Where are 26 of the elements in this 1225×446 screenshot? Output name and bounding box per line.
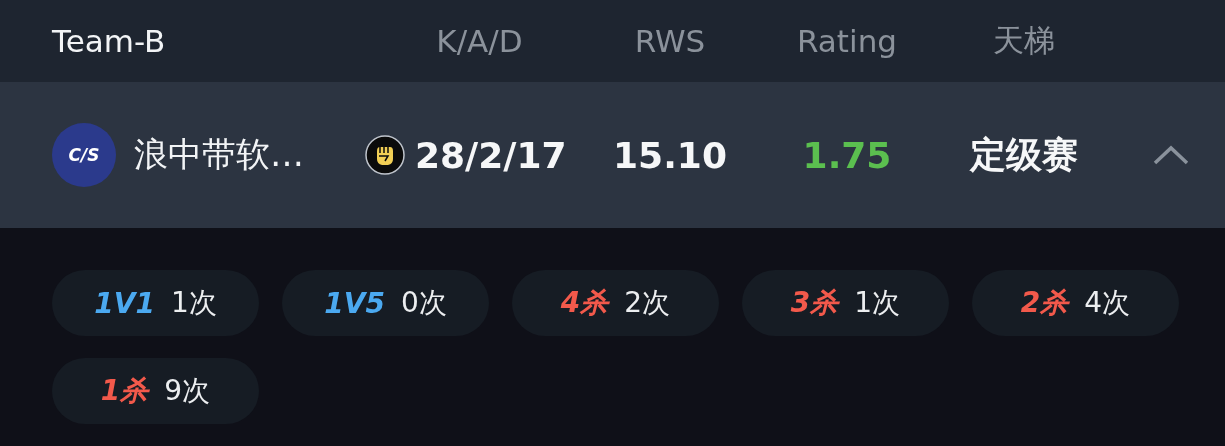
- player-row[interactable]: C/S 浪中带软… 28/2/17 15.10 1.75 定级赛: [0, 82, 1225, 228]
- achievement-label: 1V5: [324, 286, 385, 320]
- achievement-count: 1次: [854, 285, 901, 321]
- achievement-label: 2杀: [1020, 285, 1069, 321]
- column-header: Rating: [796, 23, 898, 59]
- column-header: RWS: [633, 23, 707, 59]
- rating-value: 1.75: [801, 134, 893, 176]
- team-name: Team-B: [52, 23, 167, 59]
- ladder-value: 定级赛: [968, 132, 1079, 177]
- achievement-count: 1次: [170, 285, 217, 321]
- achievement-label: 1V1: [94, 286, 155, 320]
- achievement-count: 9次: [164, 373, 211, 409]
- column-header: K/A/D: [435, 23, 524, 59]
- achievement-count: 2次: [624, 285, 671, 321]
- player-name: 浪中带软…: [134, 133, 304, 176]
- achievement-label: 4杀: [560, 285, 609, 321]
- achievement-label: 3杀: [790, 285, 839, 321]
- chevron-icon[interactable]: [1153, 145, 1189, 165]
- column-header: 天梯: [992, 21, 1056, 60]
- achievement-count: 4次: [1084, 285, 1131, 321]
- rws-value: 15.10: [612, 134, 728, 176]
- achievement-count: 0次: [400, 285, 447, 321]
- fist-icon: [365, 135, 405, 175]
- kad-value: 28/2/17: [415, 134, 567, 176]
- achievement-label: 1杀: [100, 373, 149, 409]
- avatar-logo: C/S: [52, 123, 116, 187]
